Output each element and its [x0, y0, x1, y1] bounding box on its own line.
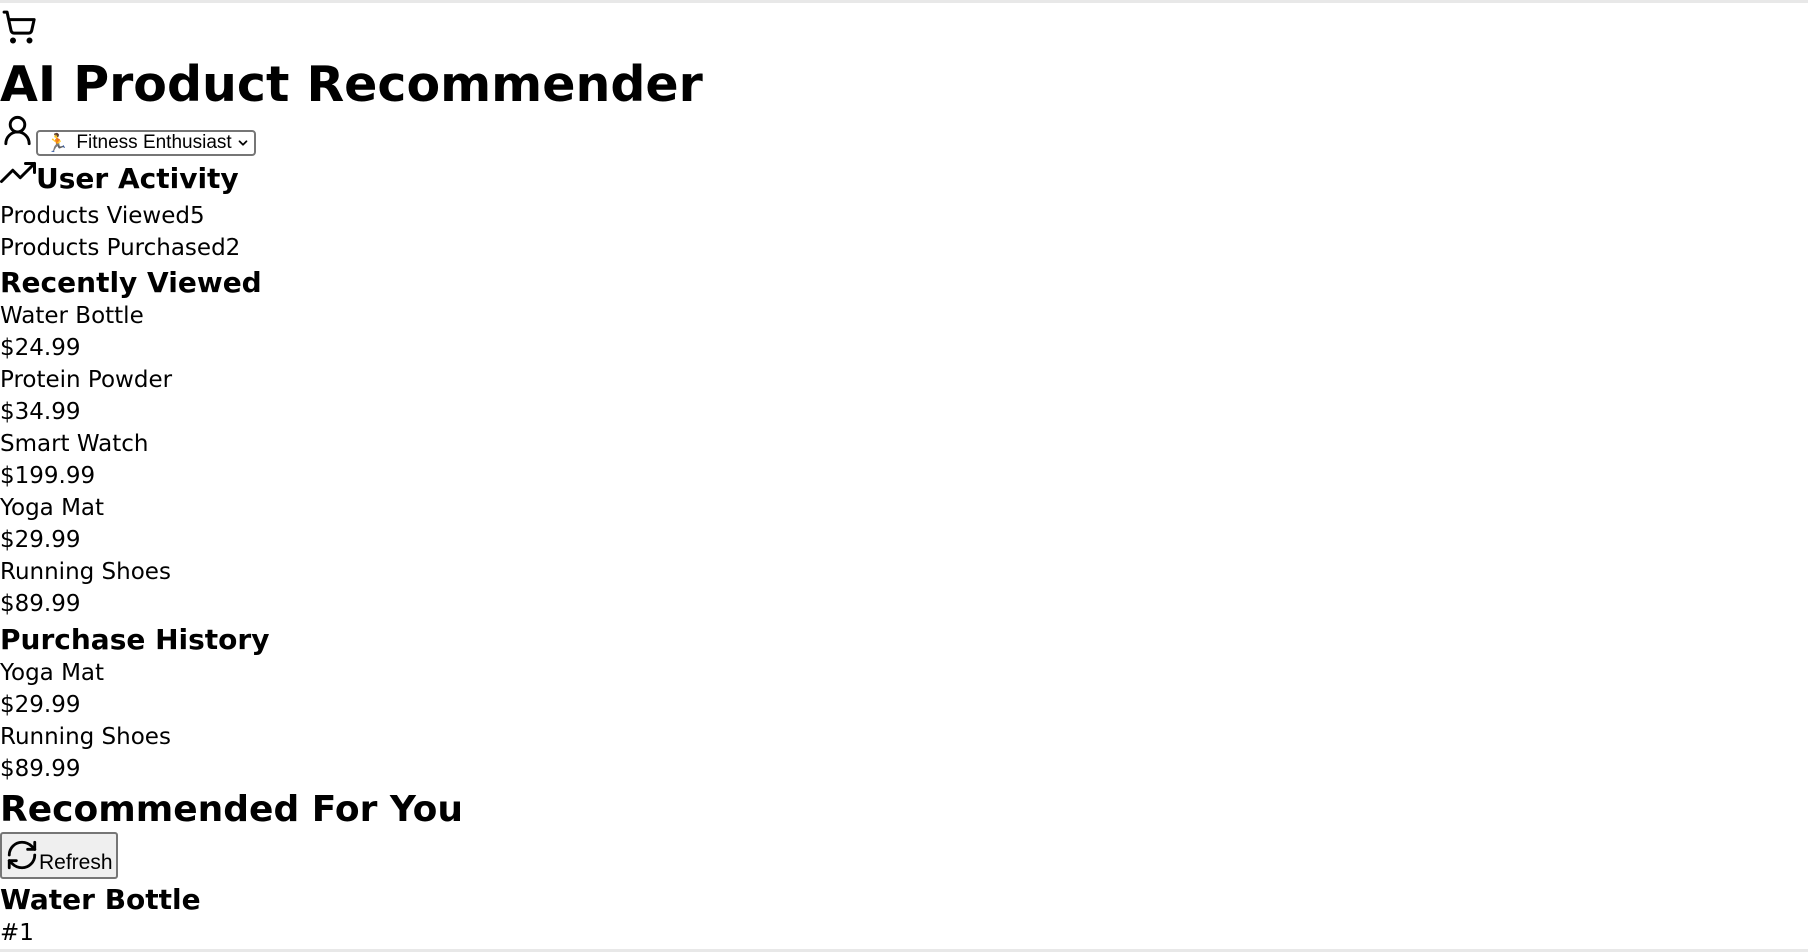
list-item[interactable]: Protein Powder $34.99 — [0, 364, 172, 428]
products-purchased-label: Products Purchased — [0, 235, 226, 261]
refresh-button[interactable]: Refresh — [0, 832, 118, 879]
list-item[interactable]: Smart Watch $199.99 — [0, 428, 172, 492]
products-viewed-stat: Products Viewed5 — [0, 200, 205, 232]
trending-up-icon — [0, 162, 36, 183]
purchase-history-list: Yoga Mat $29.99 Running Shoes $89.99 — [0, 657, 171, 785]
product-name: Yoga Mat — [0, 495, 105, 521]
list-item[interactable]: Running Shoes $89.99 — [0, 556, 172, 620]
recommended-heading: Recommended For You — [0, 789, 464, 830]
user-icon — [4, 115, 31, 146]
list-item[interactable]: Yoga Mat $29.99 — [0, 492, 172, 556]
products-viewed-label: Products Viewed — [0, 203, 190, 229]
chevron-down-icon — [238, 140, 248, 146]
product-price: $24.99 — [0, 335, 81, 361]
product-price: $29.99 — [0, 692, 81, 718]
product-price: $34.99 — [0, 399, 81, 425]
recommended-product-rank: #1 — [0, 920, 34, 946]
recommended-product-name[interactable]: Water Bottle — [0, 882, 201, 918]
recently-viewed-list: Water Bottle $24.99 Protein Powder $34.99 … — [0, 300, 172, 620]
page-title: AI Product Recommender — [0, 56, 703, 113]
list-item[interactable]: Water Bottle $24.99 — [0, 300, 172, 364]
products-purchased-stat: Products Purchased2 — [0, 232, 240, 264]
product-name: Protein Powder — [0, 367, 173, 393]
product-price: $199.99 — [0, 463, 96, 489]
product-price: $89.99 — [0, 591, 81, 617]
product-name: Running Shoes — [0, 724, 171, 750]
user-activity-heading: User Activity — [0, 161, 239, 197]
list-item[interactable]: Running Shoes $89.99 — [0, 721, 171, 785]
app-page: AI Product Recommender 🏃 Fitness Enthusi… — [0, 0, 1808, 952]
persona-select-value: Fitness Enthusiast — [76, 132, 232, 153]
product-name: Running Shoes — [0, 559, 171, 585]
persona-select[interactable]: 🏃 Fitness Enthusiast — [36, 130, 256, 156]
persona-selector-row: 🏃 Fitness Enthusiast — [0, 113, 256, 157]
refresh-icon — [7, 840, 37, 870]
recently-viewed-heading: Recently Viewed — [0, 266, 262, 299]
product-price: $29.99 — [0, 527, 81, 553]
product-name: Water Bottle — [0, 303, 144, 329]
products-viewed-count: 5 — [189, 203, 205, 229]
persona-emoji: 🏃 — [46, 132, 69, 153]
shopping-cart-icon — [2, 10, 36, 44]
products-purchased-count: 2 — [225, 235, 241, 261]
product-name: Yoga Mat — [0, 660, 105, 686]
purchase-history-heading: Purchase History — [0, 623, 270, 656]
user-activity-title: User Activity — [36, 162, 239, 195]
refresh-button-label: Refresh — [39, 851, 113, 874]
product-price: $89.99 — [0, 756, 81, 782]
product-name: Smart Watch — [0, 431, 149, 457]
list-item[interactable]: Yoga Mat $29.99 — [0, 657, 171, 721]
